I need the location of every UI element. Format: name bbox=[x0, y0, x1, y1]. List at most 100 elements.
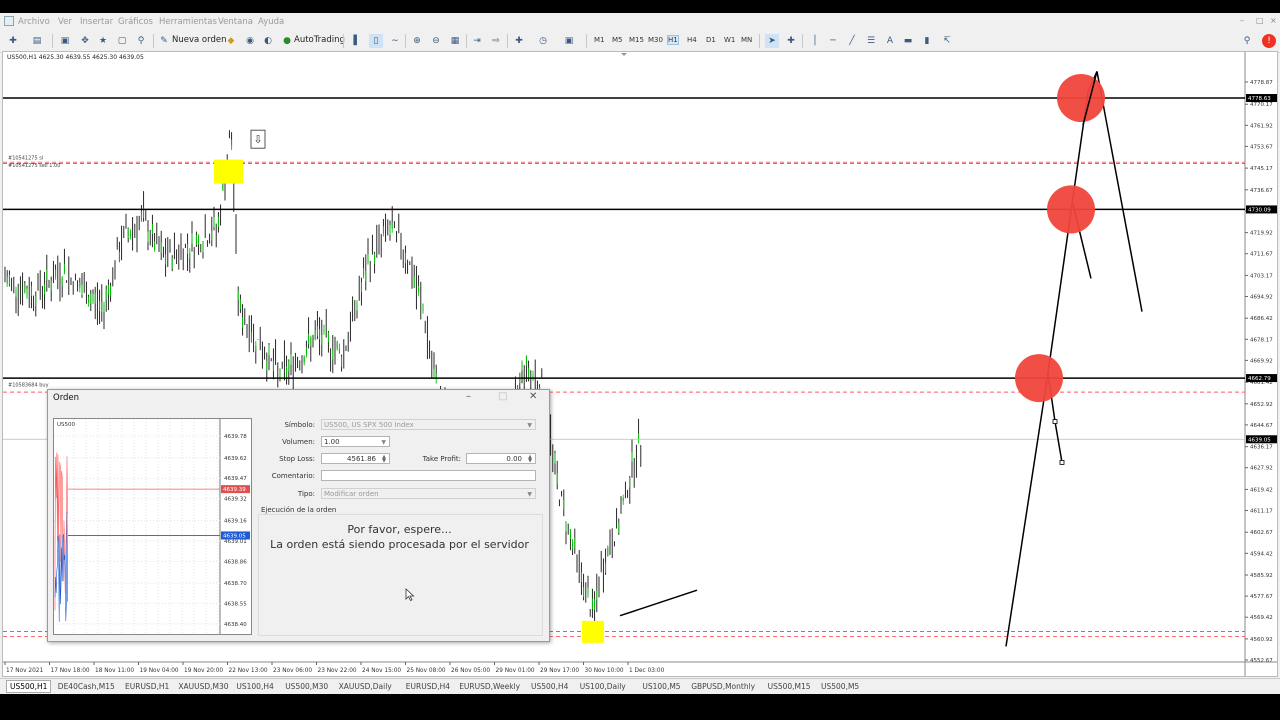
new-chart-icon[interactable]: ✚ bbox=[6, 34, 20, 48]
stop-loss-field[interactable]: 4561.86 ▲ ▼ bbox=[321, 453, 390, 464]
price-tick-label: 4719.92 bbox=[1250, 231, 1273, 237]
annotation-circle bbox=[1015, 354, 1063, 403]
vertical-line-icon[interactable]: │ bbox=[808, 34, 822, 48]
tf-m1[interactable]: M1 bbox=[594, 36, 605, 44]
time-tick-label: 22 Nov 13:00 bbox=[229, 668, 268, 674]
tile-windows-icon[interactable]: ▦ bbox=[448, 34, 462, 48]
processing-message: La orden está siendo procesada por el se… bbox=[270, 538, 529, 551]
price-tick-label: 4627.92 bbox=[1250, 466, 1273, 472]
chart-tab[interactable]: GBPUSD,Monthly bbox=[688, 681, 758, 692]
toolbar: ✚ ▤ ▣ ✥ ★ ▢ ⚲ ✎ Nueva orden ◆ ◉ ◐ ● Auto… bbox=[0, 30, 1280, 53]
vps-icon[interactable]: ◐ bbox=[261, 34, 275, 48]
menu-archivo[interactable]: Archivo bbox=[18, 17, 50, 27]
chart-tab[interactable]: US100,H4 bbox=[233, 681, 276, 692]
close-icon[interactable]: × bbox=[1270, 16, 1277, 25]
stop-loss-label: Stop Loss: bbox=[279, 455, 315, 463]
chart-tab[interactable]: EURUSD,Weekly bbox=[456, 681, 523, 692]
shape-tool-icon[interactable]: ▬ bbox=[901, 34, 915, 48]
bar-chart-icon[interactable]: ▌ bbox=[350, 34, 364, 48]
arrows-tool-icon[interactable]: ↸ bbox=[940, 34, 954, 48]
price-badge-label: 4639.05 bbox=[1248, 437, 1271, 443]
channel-icon[interactable]: ☰ bbox=[864, 34, 878, 48]
chart-tab[interactable]: US500,M30 bbox=[282, 681, 331, 692]
tf-w1[interactable]: W1 bbox=[724, 36, 735, 44]
price-tick-label: 4602.67 bbox=[1250, 530, 1273, 536]
chart-tab[interactable]: EURUSD,H1 bbox=[122, 681, 172, 692]
dialog-close-icon[interactable]: ✕ bbox=[529, 391, 537, 402]
price-tick-label: 4686.42 bbox=[1250, 316, 1273, 322]
dialog-minimize-icon[interactable]: – bbox=[466, 391, 471, 402]
tf-m5[interactable]: M5 bbox=[612, 36, 623, 44]
horizontal-line-icon[interactable]: ─ bbox=[826, 34, 840, 48]
chart-tab[interactable]: US100,M5 bbox=[639, 681, 683, 692]
periods-icon[interactable]: ◷ bbox=[536, 34, 550, 48]
menu-ayuda[interactable]: Ayuda bbox=[258, 17, 284, 27]
menu-ver[interactable]: Ver bbox=[58, 17, 72, 27]
chart-tab[interactable]: US100,Daily bbox=[577, 681, 629, 692]
symbol-select[interactable]: US500, US SPX 500 Index ▼ bbox=[321, 419, 536, 430]
take-profit-field[interactable]: 0.00 ▲ ▼ bbox=[466, 453, 536, 464]
minimize-icon[interactable]: – bbox=[1240, 16, 1244, 25]
price-tick-label: 4778.87 bbox=[1250, 80, 1273, 86]
autotrading-button[interactable]: AutoTrading bbox=[294, 35, 345, 45]
trendline-icon[interactable]: ╱ bbox=[845, 34, 859, 48]
metaeditor-icon[interactable]: ◆ bbox=[224, 34, 238, 48]
chart-tab[interactable]: XAUUSD,Daily bbox=[336, 681, 395, 692]
chart-tab[interactable]: EURUSD,H4 bbox=[403, 681, 453, 692]
price-tick-label: 4644.67 bbox=[1250, 423, 1273, 429]
chart-shift-icon[interactable]: ⇥ bbox=[470, 34, 484, 48]
crosshair-icon[interactable]: ✚ bbox=[784, 34, 798, 48]
chart-tab[interactable]: US500,H1 bbox=[6, 680, 52, 693]
ask-badge-label: 4639.39 bbox=[223, 487, 246, 493]
candlestick-icon[interactable]: ▯ bbox=[369, 34, 383, 48]
tf-d1[interactable]: D1 bbox=[706, 36, 716, 44]
bid-badge-label: 4639.05 bbox=[223, 533, 246, 539]
cursor-icon[interactable]: ➤ bbox=[765, 34, 779, 48]
autotrading-icon[interactable]: ● bbox=[280, 34, 294, 48]
search-icon[interactable]: ⚲ bbox=[1240, 34, 1254, 48]
app-icon bbox=[4, 16, 14, 26]
menu-insertar[interactable]: Insertar bbox=[80, 17, 113, 27]
profiles-icon[interactable]: ▤ bbox=[30, 34, 44, 48]
price-badge-label: 4662.79 bbox=[1248, 376, 1271, 382]
menu-ventana[interactable]: Ventana bbox=[218, 17, 253, 27]
price-tick-label: 4711.67 bbox=[1250, 252, 1273, 258]
wait-message: Por favor, espere... bbox=[347, 523, 452, 536]
comment-field[interactable] bbox=[321, 470, 536, 481]
tf-h4[interactable]: H4 bbox=[687, 36, 697, 44]
templates-icon[interactable]: ▣ bbox=[562, 34, 576, 48]
terminal-icon[interactable]: ▢ bbox=[115, 34, 129, 48]
text-tool-icon[interactable]: A bbox=[883, 34, 897, 48]
tf-m30[interactable]: M30 bbox=[648, 36, 663, 44]
data-window-icon[interactable]: ✥ bbox=[78, 34, 92, 48]
new-order-icon[interactable]: ✎ bbox=[157, 34, 171, 48]
chart-tab[interactable]: US500,M5 bbox=[818, 681, 862, 692]
menu-graficos[interactable]: Gráficos bbox=[118, 17, 153, 27]
line-chart-icon[interactable]: ∼ bbox=[388, 34, 402, 48]
annotation-circle bbox=[1047, 185, 1095, 234]
new-order-button[interactable]: Nueva orden bbox=[172, 35, 226, 45]
tf-h1[interactable]: H1 bbox=[667, 35, 679, 45]
chart-tab[interactable]: US500,M15 bbox=[765, 681, 814, 692]
restore-icon[interactable]: □ bbox=[1256, 16, 1264, 25]
time-tick-label: 1 Dec 03:00 bbox=[629, 668, 665, 674]
zoom-in-icon[interactable]: ⊕ bbox=[410, 34, 424, 48]
navigator-icon[interactable]: ★ bbox=[96, 34, 110, 48]
order-type-select[interactable]: Modificar orden ▼ bbox=[321, 488, 536, 499]
tf-mn[interactable]: MN bbox=[741, 36, 752, 44]
chart-tab[interactable]: US500,H4 bbox=[528, 681, 571, 692]
indicators-icon[interactable]: ✚ bbox=[512, 34, 526, 48]
chart-tab[interactable]: XAUUSD,M30 bbox=[175, 681, 231, 692]
volume-select[interactable]: 1.00 ▼ bbox=[321, 436, 390, 447]
label-tool-icon[interactable]: ▮ bbox=[920, 34, 934, 48]
strategy-tester-icon[interactable]: ⚲ bbox=[134, 34, 148, 48]
notification-icon[interactable]: ! bbox=[1262, 34, 1276, 48]
price-tick-label: 4619.42 bbox=[1250, 487, 1273, 493]
zoom-out-icon[interactable]: ⊖ bbox=[429, 34, 443, 48]
signals-icon[interactable]: ◉ bbox=[243, 34, 257, 48]
market-watch-icon[interactable]: ▣ bbox=[58, 34, 72, 48]
menu-herramientas[interactable]: Herramientas bbox=[159, 17, 217, 27]
chart-tab[interactable]: DE40Cash,M15 bbox=[55, 681, 118, 692]
tf-m15[interactable]: M15 bbox=[629, 36, 644, 44]
autoscroll-icon[interactable]: ⇨ bbox=[489, 34, 503, 48]
